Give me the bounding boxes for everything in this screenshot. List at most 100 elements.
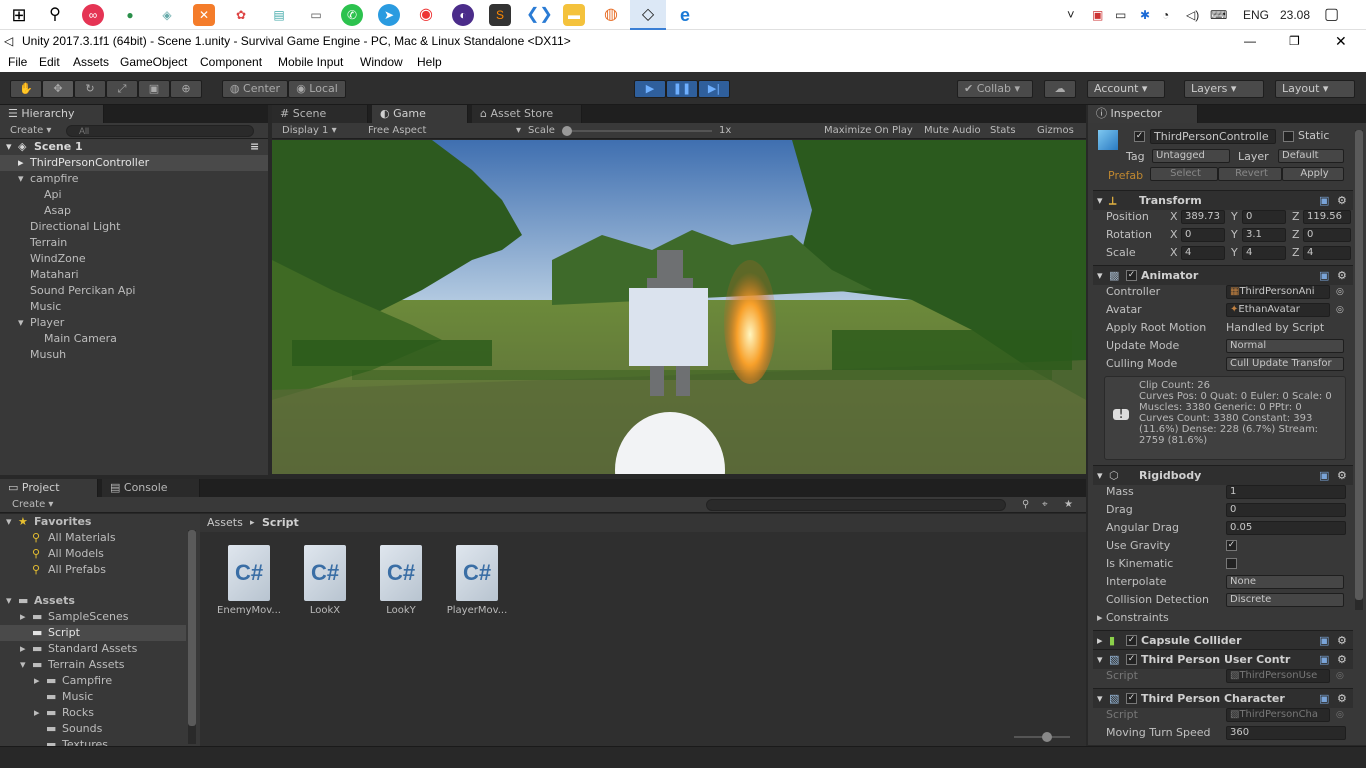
favorite-item[interactable]: ⚲ All Models xyxy=(0,546,186,562)
prefab-apply-button[interactable]: Apply xyxy=(1282,167,1344,181)
notification-icon[interactable]: ▢ xyxy=(1324,0,1339,30)
drag-input[interactable]: 0 xyxy=(1226,503,1346,517)
rigidbody-header[interactable]: ▾ ⬡ Rigidbody ▣ ⚙ xyxy=(1093,465,1353,485)
user-control-enabled-checkbox[interactable]: ✓ xyxy=(1126,654,1137,665)
mute-audio-toggle[interactable]: Mute Audio xyxy=(924,123,981,139)
layers-dropdown[interactable]: Layers ▾ xyxy=(1184,80,1264,98)
maximize-button[interactable]: ❐ xyxy=(1289,30,1300,53)
mass-input[interactable]: 1 xyxy=(1226,485,1346,499)
collision-detection-dropdown[interactable]: Discrete xyxy=(1226,593,1344,607)
scene-row[interactable]: ▾ ◈ Scene 1 ≡ xyxy=(0,139,268,155)
position-z-input[interactable]: 119.56 xyxy=(1303,210,1351,224)
minimize-button[interactable]: — xyxy=(1244,30,1256,53)
files-icon[interactable]: ▤ xyxy=(268,4,290,26)
third-person-user-control-header[interactable]: ▾ ▧ ✓ Third Person User Contr ▣ ⚙ xyxy=(1093,649,1353,669)
scale-slider[interactable] xyxy=(562,126,712,136)
expand-arrow-icon[interactable]: ▸ xyxy=(18,155,24,171)
capsule-enabled-checkbox[interactable]: ✓ xyxy=(1126,635,1137,646)
animator-header[interactable]: ▾ ▩ ✓ Animator ▣ ⚙ xyxy=(1093,265,1353,285)
expand-arrow-icon[interactable]: ▾ xyxy=(6,514,12,530)
favorite-item[interactable]: ⚲ All Prefabs xyxy=(0,562,186,578)
expand-arrow-icon[interactable]: ▾ xyxy=(20,657,26,673)
tab-scene[interactable]: # Scene xyxy=(272,105,368,123)
tab-game[interactable]: ◐ Game xyxy=(372,105,468,123)
hierarchy-item-terrain[interactable]: Terrain xyxy=(0,235,268,251)
vscode-icon[interactable]: ❮❯ xyxy=(526,4,553,26)
project-search-input[interactable] xyxy=(706,499,1006,511)
script-file-playermov[interactable]: C# PlayerMov... xyxy=(442,545,512,616)
gizmos-dropdown[interactable]: Gizmos xyxy=(1037,123,1074,139)
hierarchy-item-musuh[interactable]: Musuh xyxy=(0,347,268,363)
menu-edit[interactable]: Edit xyxy=(39,53,60,72)
third-person-character-header[interactable]: ▾ ▧ ✓ Third Person Character ▣ ⚙ xyxy=(1093,688,1353,708)
culling-mode-dropdown[interactable]: Cull Update Transfor xyxy=(1226,357,1344,371)
expand-arrow-icon[interactable]: ▸ xyxy=(34,705,40,721)
move-tool-icon[interactable]: ✥ xyxy=(42,80,74,98)
expand-arrow-icon[interactable]: ▸ xyxy=(20,641,26,657)
tab-inspector[interactable]: ⓘ Inspector xyxy=(1088,105,1198,123)
security-icon[interactable]: ▣ xyxy=(1092,0,1103,30)
hierarchy-item-music[interactable]: Music xyxy=(0,299,268,315)
app-icon-1[interactable]: ∞ xyxy=(82,4,104,26)
app-icon-5[interactable]: ✿ xyxy=(230,4,252,26)
hierarchy-item-thirdpersoncontroller[interactable]: ▸ ThirdPersonController xyxy=(0,155,268,171)
inspector-scrollbar[interactable] xyxy=(1355,130,1363,610)
folder-item[interactable]: ▬ Music xyxy=(0,689,186,705)
transform-header[interactable]: ▾ ⟂ Transform ▣ ⚙ xyxy=(1093,190,1353,210)
expand-arrow-icon[interactable]: ▾ xyxy=(6,593,12,609)
interpolate-dropdown[interactable]: None xyxy=(1226,575,1344,589)
menu-help[interactable]: Help xyxy=(417,53,442,72)
edge-icon[interactable]: e xyxy=(674,4,696,26)
sublime-icon[interactable]: S xyxy=(489,4,511,26)
animator-enabled-checkbox[interactable]: ✓ xyxy=(1126,270,1137,281)
scale-slider-thumb[interactable] xyxy=(562,126,572,136)
scene-menu-icon[interactable]: ≡ xyxy=(250,139,259,155)
hierarchy-item-directional-light[interactable]: Directional Light xyxy=(0,219,268,235)
hierarchy-item-player[interactable]: ▾ Player xyxy=(0,315,268,331)
object-picker-icon[interactable]: ◎ xyxy=(1336,283,1344,301)
firefox-icon[interactable]: ◍ xyxy=(600,4,622,26)
keyboard-icon[interactable]: ⌨ xyxy=(1210,0,1227,30)
layout-dropdown[interactable]: Layout ▾ xyxy=(1275,80,1355,98)
is-kinematic-checkbox[interactable] xyxy=(1226,558,1237,569)
rotation-z-input[interactable]: 0 xyxy=(1303,228,1351,242)
controller-field[interactable]: ▦ThirdPersonAni xyxy=(1226,285,1330,299)
tag-dropdown[interactable]: Untagged xyxy=(1152,149,1230,163)
assets-header[interactable]: ▾ ▬ Assets xyxy=(0,593,186,609)
object-picker-icon[interactable]: ◎ xyxy=(1336,301,1344,319)
hand-tool-icon[interactable]: ✋ xyxy=(10,80,42,98)
hierarchy-create-button[interactable]: Create ▾ xyxy=(10,123,51,139)
favorite-item[interactable]: ⚲ All Materials xyxy=(0,530,186,546)
tab-hierarchy[interactable]: ☰ Hierarchy xyxy=(0,105,104,123)
update-mode-dropdown[interactable]: Normal xyxy=(1226,339,1344,353)
app-icon-3[interactable]: ◈ xyxy=(156,4,178,26)
telegram-icon[interactable]: ➤ xyxy=(378,4,400,26)
position-y-input[interactable]: 0 xyxy=(1242,210,1286,224)
icon-size-slider-thumb[interactable] xyxy=(1042,732,1052,742)
maps-icon[interactable]: ● xyxy=(119,4,141,26)
scrollbar-thumb[interactable] xyxy=(188,530,196,726)
search-icon[interactable]: ⚲ xyxy=(44,4,66,26)
tab-console[interactable]: ▤ Console xyxy=(102,479,200,497)
project-create-button[interactable]: Create ▾ xyxy=(12,497,53,513)
menu-gameobject[interactable]: GameObject xyxy=(120,53,187,72)
pause-button[interactable]: ❚❚ xyxy=(666,80,698,98)
transform-tool-icon[interactable]: ⊕ xyxy=(170,80,202,98)
foldout-arrow-icon[interactable]: ▸ xyxy=(1097,631,1103,651)
rotation-x-input[interactable]: 0 xyxy=(1181,228,1225,242)
account-dropdown[interactable]: Account ▾ xyxy=(1087,80,1165,98)
folder-item[interactable]: ▬ Sounds xyxy=(0,721,186,737)
scale-y-input[interactable]: 4 xyxy=(1242,246,1286,260)
character-enabled-checkbox[interactable]: ✓ xyxy=(1126,693,1137,704)
script-file-enemymov[interactable]: C# EnemyMov... xyxy=(214,545,284,616)
angular-drag-input[interactable]: 0.05 xyxy=(1226,521,1346,535)
clock[interactable]: 23.08 xyxy=(1280,0,1310,30)
cloud-icon[interactable]: ☁ xyxy=(1044,80,1076,98)
folder-item[interactable]: ▸ ▬ Campfire xyxy=(0,673,186,689)
scale-x-input[interactable]: 4 xyxy=(1181,246,1225,260)
menu-component[interactable]: Component xyxy=(200,53,262,72)
prefab-revert-button[interactable]: Revert xyxy=(1218,167,1282,181)
xampp-icon[interactable]: ✕ xyxy=(193,4,215,26)
scale-z-input[interactable]: 4 xyxy=(1303,246,1351,260)
menu-file[interactable]: File xyxy=(8,53,27,72)
